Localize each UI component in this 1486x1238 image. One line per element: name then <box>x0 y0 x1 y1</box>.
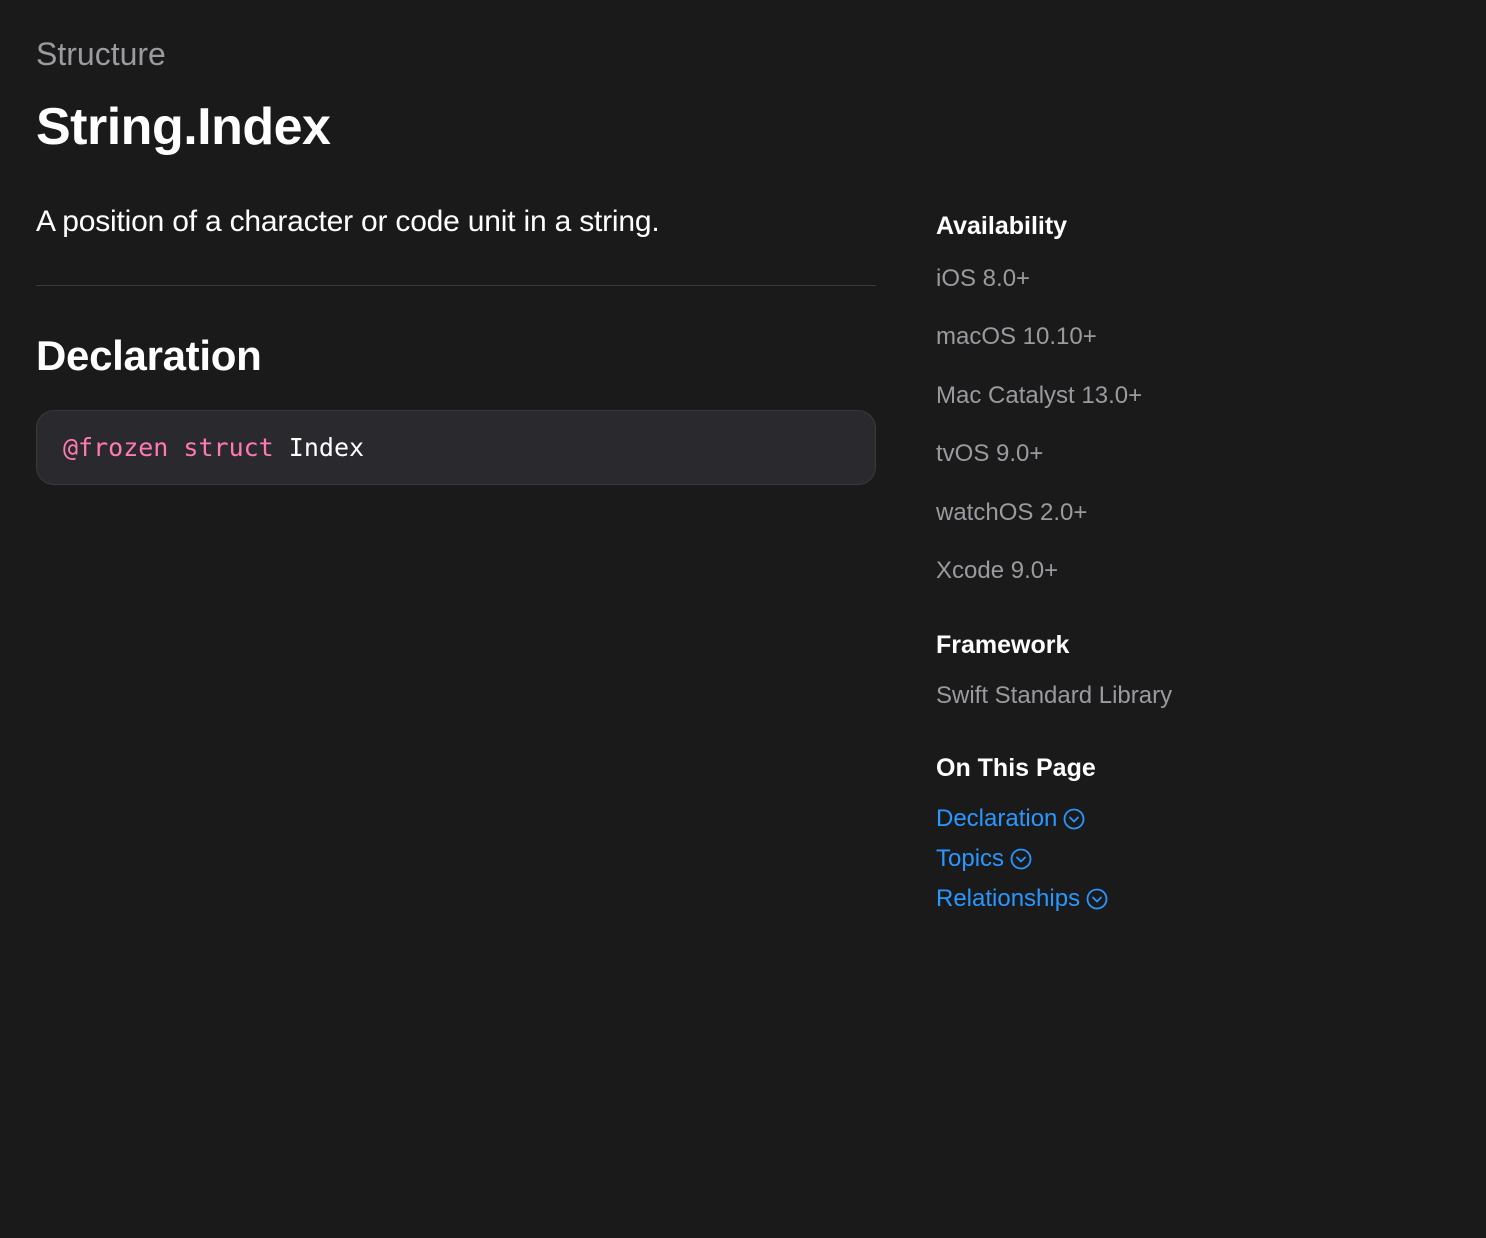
framework-name: Swift Standard Library <box>936 682 1196 710</box>
toc-list: Declaration Topics <box>936 805 1196 913</box>
chevron-down-circle-icon <box>1063 808 1085 830</box>
toc-link-topics[interactable]: Topics <box>936 845 1032 873</box>
divider <box>36 285 876 286</box>
toc-item: Relationships <box>936 885 1196 913</box>
chevron-down-circle-icon <box>1010 848 1032 870</box>
code-identifier: Index <box>289 433 364 462</box>
availability-item: macOS 10.10+ <box>936 321 1196 353</box>
page-description: A position of a character or code unit i… <box>36 205 876 239</box>
on-this-page-section: On This Page Declaration <box>936 754 1196 913</box>
framework-section: Framework Swift Standard Library <box>936 631 1196 710</box>
code-keyword: struct <box>183 433 273 462</box>
availability-item: watchOS 2.0+ <box>936 497 1196 529</box>
declaration-code-block: @frozen struct Index <box>36 410 876 485</box>
framework-heading: Framework <box>936 631 1196 660</box>
sidebar: Availability iOS 8.0+ macOS 10.10+ Mac C… <box>936 36 1196 957</box>
availability-item: tvOS 9.0+ <box>936 438 1196 470</box>
code-attribute: @frozen <box>63 433 168 462</box>
eyebrow-label: Structure <box>36 36 876 73</box>
toc-link-label: Declaration <box>936 805 1057 833</box>
on-this-page-heading: On This Page <box>936 754 1196 783</box>
availability-section: Availability iOS 8.0+ macOS 10.10+ Mac C… <box>936 212 1196 587</box>
availability-item: iOS 8.0+ <box>936 263 1196 295</box>
availability-item: Mac Catalyst 13.0+ <box>936 380 1196 412</box>
availability-heading: Availability <box>936 212 1196 241</box>
main-content: Structure String.Index A position of a c… <box>36 36 876 957</box>
chevron-down-circle-icon <box>1086 888 1108 910</box>
toc-link-label: Relationships <box>936 885 1080 913</box>
toc-item: Topics <box>936 845 1196 873</box>
toc-link-label: Topics <box>936 845 1004 873</box>
toc-item: Declaration <box>936 805 1196 833</box>
declaration-heading: Declaration <box>36 332 876 380</box>
availability-item: Xcode 9.0+ <box>936 555 1196 587</box>
toc-link-declaration[interactable]: Declaration <box>936 805 1085 833</box>
toc-link-relationships[interactable]: Relationships <box>936 885 1108 913</box>
page-title: String.Index <box>36 97 876 157</box>
